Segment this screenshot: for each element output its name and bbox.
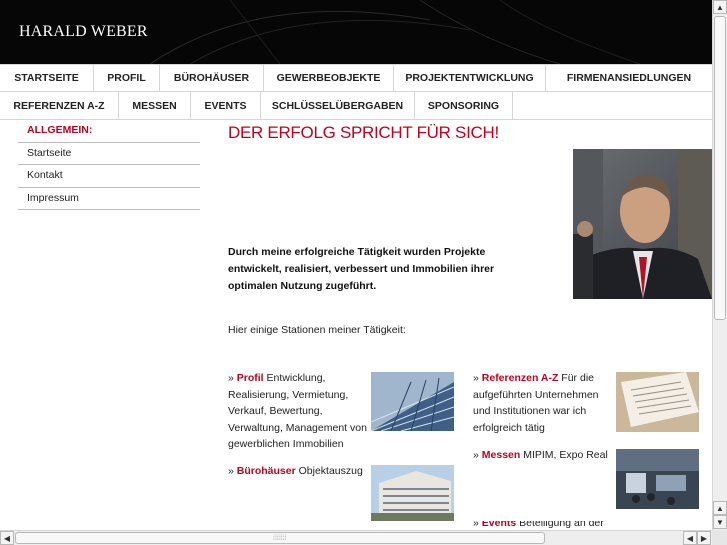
stations-intro: Hier einige Stationen meiner Tätigkeit: xyxy=(228,324,406,336)
nav-item-profil[interactable]: PROFIL xyxy=(94,65,160,91)
horizontal-scrollbar[interactable]: ◀ ⁞⁞⁞⁞⁞⁞⁞ ◀ ▶ xyxy=(0,530,712,545)
horizontal-scroll-thumb[interactable]: ⁞⁞⁞⁞⁞⁞⁞ xyxy=(15,532,545,544)
nav-item-schluesseluebergaben[interactable]: SCHLÜSSELÜBERGABEN xyxy=(261,92,415,119)
vertical-scroll-thumb[interactable] xyxy=(714,16,726,320)
item-referenzen: » Referenzen A-Z Für die aufgeführten Un… xyxy=(473,370,613,436)
bullet: » xyxy=(473,521,482,529)
item-buerohaeuser-text: Objektauszug xyxy=(295,465,363,477)
scroll-left-icon[interactable]: ◀ xyxy=(683,531,697,545)
item-profil: » Profil Entwicklung, Realisierung, Verm… xyxy=(228,370,368,453)
item-events: » Events Beteiligung an der xyxy=(473,521,613,530)
link-events[interactable]: Events xyxy=(482,521,516,529)
primary-navigation: STARTSEITE PROFIL BÜROHÄUSER GEWERBEOBJE… xyxy=(0,64,712,92)
sidebar-item-kontakt[interactable]: Kontakt xyxy=(18,165,200,188)
intro-text: Durch meine erfolgreiche Tätigkeit wurde… xyxy=(228,246,495,292)
scrollbar-corner xyxy=(712,530,727,545)
bullet: » xyxy=(473,372,482,384)
sidebar-item-startseite[interactable]: Startseite xyxy=(18,143,200,165)
site-header: HARALD WEBER xyxy=(0,0,712,64)
nav-item-sponsoring[interactable]: SPONSORING xyxy=(415,92,513,119)
item-messen-text: MIPIM, Expo Real xyxy=(520,449,608,461)
grip-icon: ⁞⁞⁞⁞⁞⁞⁞ xyxy=(273,535,287,542)
sidebar-heading: ALLGEMEIN: xyxy=(18,120,200,143)
portrait-photo xyxy=(573,149,712,299)
vertical-scrollbar[interactable]: ▲ ▲ ▼ xyxy=(712,0,727,530)
bullet: » xyxy=(228,372,237,384)
scroll-left-icon[interactable]: ◀ xyxy=(0,531,14,545)
scroll-up-icon[interactable]: ▲ xyxy=(713,0,727,14)
scroll-up-icon[interactable]: ▲ xyxy=(713,501,727,515)
item-messen: » Messen MIPIM, Expo Real xyxy=(473,447,613,464)
nav-item-referenzen[interactable]: REFERENZEN A-Z xyxy=(0,92,119,119)
nav-item-events[interactable]: EVENTS xyxy=(191,92,261,119)
thumb-glass-facade[interactable] xyxy=(371,372,454,431)
bullet: » xyxy=(473,449,482,461)
item-events-text: Beteiligung an der xyxy=(516,521,604,529)
link-profil[interactable]: Profil xyxy=(237,372,264,384)
secondary-navigation: REFERENZEN A-Z MESSEN EVENTS SCHLÜSSELÜB… xyxy=(0,92,712,120)
sidebar: ALLGEMEIN: Startseite Kontakt Impressum xyxy=(18,120,200,210)
scroll-down-icon[interactable]: ▼ xyxy=(713,515,727,529)
thumb-trade-fair[interactable] xyxy=(616,449,699,509)
link-messen[interactable]: Messen xyxy=(482,449,521,461)
thumb-documents[interactable] xyxy=(616,372,699,432)
link-referenzen[interactable]: Referenzen A-Z xyxy=(482,372,559,384)
item-buerohaeuser: » Bürohäuser Objektauszug xyxy=(228,463,368,480)
thumb-office-building[interactable] xyxy=(371,465,454,521)
nav-item-buerohaeuser[interactable]: BÜROHÄUSER xyxy=(160,65,264,91)
sidebar-item-impressum[interactable]: Impressum xyxy=(18,188,200,210)
nav-item-startseite[interactable]: STARTSEITE xyxy=(0,65,94,91)
nav-item-firmenansiedlungen[interactable]: FIRMENANSIEDLUNGEN xyxy=(546,65,712,91)
link-buerohaeuser[interactable]: Bürohäuser xyxy=(237,465,296,477)
scroll-right-icon[interactable]: ▶ xyxy=(697,531,711,545)
nav-item-messen[interactable]: MESSEN xyxy=(119,92,191,119)
nav-item-projektentwicklung[interactable]: PROJEKTENTWICKLUNG xyxy=(394,65,546,91)
site-logo[interactable]: HARALD WEBER xyxy=(19,23,148,41)
bullet: » xyxy=(228,465,237,477)
nav-item-gewerbeobjekte[interactable]: GEWERBEOBJEKTE xyxy=(264,65,394,91)
page-title: DER ERFOLG SPRICHT FÜR SICH! xyxy=(228,123,499,142)
